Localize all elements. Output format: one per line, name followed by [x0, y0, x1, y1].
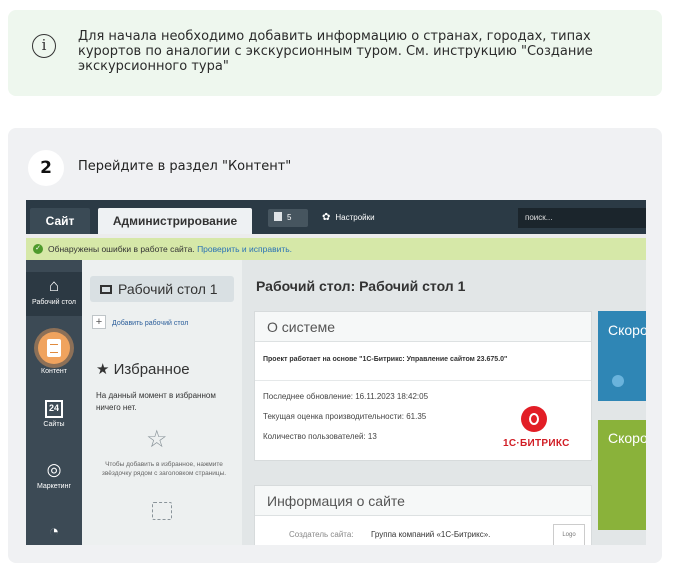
- system-card-header: О системе: [255, 312, 591, 342]
- nav-item-more[interactable]: ◔: [26, 522, 82, 545]
- site-info-card: Информация о сайте Создатель сайта: Груп…: [254, 485, 592, 545]
- info-text: Для начала необходимо добавить информаци…: [78, 29, 593, 74]
- info-icon: i: [32, 34, 56, 58]
- nav-label: Маркетинг: [36, 483, 72, 490]
- creator-value: Группа компаний «1С-Битрикс».: [371, 530, 491, 539]
- favorites-title: ★ Избранное: [96, 360, 190, 378]
- settings-label: Настройки: [335, 213, 375, 222]
- project-info: Проект работает на основе "1С-Битрикс: У…: [263, 356, 508, 363]
- users-count: Количество пользователей: 13: [263, 432, 377, 441]
- add-desktop-label: Добавить рабочий стол: [112, 320, 189, 327]
- nav-item-desktop[interactable]: ⌂ Рабочий стол: [26, 272, 82, 316]
- info-callout: i Для начала необходимо добавить информа…: [8, 10, 662, 96]
- favorites-hint: Чтобы добавить в избранное, нажмите звёз…: [101, 461, 227, 477]
- system-card: О системе Проект работает на основе "1С-…: [254, 311, 592, 461]
- search-input[interactable]: поиск...: [518, 208, 646, 228]
- divider: [255, 380, 591, 381]
- speed-widget-2[interactable]: Скорость: [598, 420, 646, 530]
- site-card-header: Информация о сайте: [255, 486, 591, 516]
- star-icon: ★: [96, 361, 114, 378]
- favorites-title-text: Избранное: [113, 361, 190, 378]
- calendar-icon: 24: [45, 400, 63, 418]
- home-icon: ⌂: [48, 276, 60, 295]
- check-icon: ✓: [33, 244, 43, 254]
- document-icon: [47, 339, 61, 357]
- add-desktop-link[interactable]: + Добавить рабочий стол: [92, 315, 188, 331]
- monitor-icon: [100, 285, 112, 294]
- error-alert: ✓ Обнаружены ошибки в работе сайта. Пров…: [26, 238, 646, 260]
- nav-label: Сайты: [43, 421, 65, 428]
- nav-label: Контент: [41, 368, 67, 375]
- last-update: Последнее обновление: 16.11.2023 18:42:0…: [263, 392, 429, 401]
- tab-site[interactable]: Сайт: [30, 208, 90, 234]
- notifications-button[interactable]: 5: [268, 209, 308, 227]
- settings-button[interactable]: ✿ Настройки: [322, 211, 375, 225]
- logo-placeholder: Logo: [553, 524, 585, 545]
- target-icon: ◎: [46, 460, 62, 479]
- clock-icon: ◔: [48, 522, 60, 541]
- desktop-panel: Рабочий стол 1 + Добавить рабочий стол ★ …: [82, 260, 242, 545]
- desktop-button[interactable]: Рабочий стол 1: [90, 276, 234, 302]
- nav-item-marketing[interactable]: ◎ Маркетинг: [26, 460, 82, 491]
- click-highlight: [38, 332, 70, 364]
- speed-widget-2-text: Скорость: [608, 430, 646, 446]
- step-number: 2: [28, 150, 64, 186]
- left-nav: ⌂ Рабочий стол Контент 24 Сайты ◎ Маркет…: [26, 260, 82, 545]
- admin-screenshot: Сайт Администрирование 5 ✿ Настройки поис…: [26, 200, 646, 545]
- desktop-label: Рабочий стол 1: [118, 281, 218, 297]
- creator-label: Создатель сайта:: [289, 530, 354, 539]
- plus-icon: +: [92, 315, 106, 329]
- admin-topbar: Сайт Администрирование 5 ✿ Настройки поис…: [26, 200, 646, 234]
- alert-text: Обнаружены ошибки в работе сайта.: [48, 244, 195, 254]
- page-title: Рабочий стол: Рабочий стол 1: [256, 278, 466, 294]
- favorites-empty: На данный момент в избранном ничего нет.: [96, 391, 216, 412]
- nav-label: Рабочий стол: [32, 299, 76, 306]
- speed-widget-text: Скорость: [608, 322, 646, 338]
- gear-icon: ✿: [322, 212, 331, 223]
- nav-item-sites[interactable]: 24 Сайты: [26, 400, 82, 429]
- nav-item-content[interactable]: Контент: [26, 332, 82, 376]
- bookmark-icon: [152, 502, 172, 520]
- speed-widget[interactable]: Скорость: [598, 311, 646, 401]
- fix-errors-link[interactable]: Проверить и исправить.: [197, 244, 292, 254]
- bitrix-logo-text: 1С·БИТРИКС: [503, 438, 570, 449]
- performance: Текущая оценка производительности: 61.35: [263, 412, 427, 421]
- main-area: Рабочий стол: Рабочий стол 1 О системе П…: [242, 260, 646, 545]
- notifications-count: 5: [287, 213, 292, 222]
- star-outline-icon: ☆: [146, 426, 168, 453]
- notification-icon: [274, 212, 282, 221]
- tab-admin[interactable]: Администрирование: [98, 208, 252, 234]
- step-text: Перейдите в раздел "Контент": [78, 159, 292, 174]
- dot-icon: [612, 375, 624, 387]
- step-card: 2 Перейдите в раздел "Контент" Сайт Адми…: [8, 128, 662, 563]
- bitrix-logo-icon: [521, 406, 547, 432]
